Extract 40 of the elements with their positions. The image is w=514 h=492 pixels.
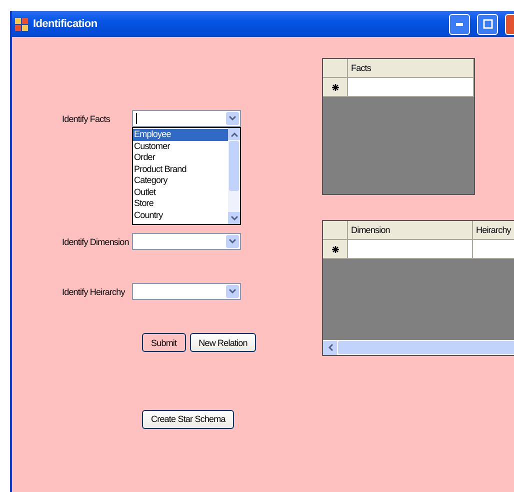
list-option[interactable]: Order: [133, 152, 228, 164]
dropdown-button[interactable]: [226, 235, 239, 248]
scroll-thumb[interactable]: [338, 341, 514, 354]
action-button[interactable]: Submit: [142, 333, 186, 352]
list-option[interactable]: Store: [133, 198, 228, 210]
row-header[interactable]: [323, 240, 348, 259]
list-option[interactable]: Outlet: [133, 186, 228, 198]
scrollbar[interactable]: [228, 128, 240, 224]
scroll-thumb[interactable]: [229, 141, 239, 191]
column-header[interactable]: Dimension: [348, 221, 473, 240]
horizontal-scrollbar[interactable]: [323, 340, 514, 355]
field-label: Identify Dimension: [62, 236, 130, 247]
field-label: Identify Facts: [62, 113, 111, 124]
combo-box[interactable]: [132, 233, 241, 250]
grid-cell[interactable]: [348, 240, 473, 259]
dropdown-button[interactable]: [226, 285, 239, 298]
column-header[interactable]: Facts: [348, 59, 474, 78]
list-option[interactable]: Country: [133, 210, 228, 221]
create-button[interactable]: Create Star Schema: [142, 410, 234, 428]
close-button[interactable]: [505, 14, 514, 34]
minimize-button[interactable]: [449, 14, 470, 34]
app-icon: [15, 18, 28, 30]
combo-box[interactable]: [132, 283, 241, 300]
new-row-icon: [332, 84, 338, 90]
grid-cell[interactable]: [348, 78, 474, 97]
list-option[interactable]: Customer: [133, 140, 228, 152]
list-option[interactable]: Employee: [133, 129, 228, 140]
combo-box[interactable]: [132, 110, 241, 127]
row-header[interactable]: [323, 78, 348, 97]
dropdown-button[interactable]: [226, 112, 239, 125]
list-option[interactable]: Product Brand: [133, 164, 228, 175]
minimize-icon: [456, 22, 463, 26]
field-label: Identify Heirarchy: [62, 286, 126, 297]
new-row-icon: [332, 246, 338, 252]
action-button[interactable]: New Relation: [190, 333, 256, 352]
maximize-button[interactable]: [477, 14, 498, 34]
column-header[interactable]: Heirarchy: [473, 221, 514, 240]
maximize-icon: [482, 19, 492, 29]
window-title: Identification: [33, 18, 98, 30]
list-option[interactable]: Category: [133, 175, 228, 186]
